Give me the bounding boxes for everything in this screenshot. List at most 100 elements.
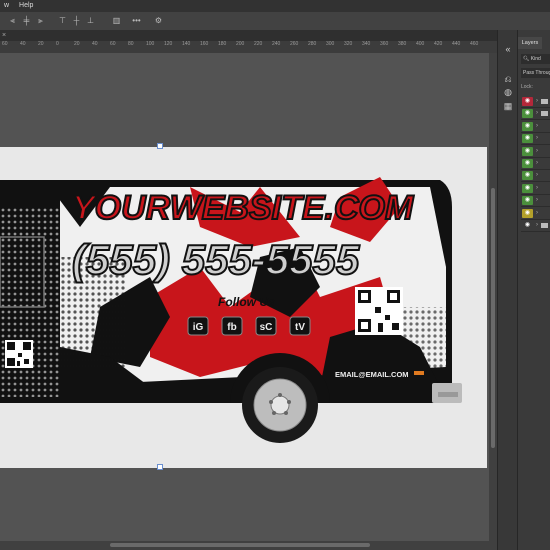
layer-row[interactable]: ◉ › [521, 158, 550, 170]
layer-filter-kind[interactable]: 🔍︎ Kind [521, 54, 550, 64]
follow-us-text: Follow Us [218, 295, 275, 309]
layer-row[interactable]: ◉ › [521, 220, 550, 232]
document-canvas[interactable]: YOURWEBSITE.COM (555) 555-5555 Follow Us… [0, 147, 487, 468]
expand-chevron-icon[interactable]: › [536, 170, 538, 181]
collapse-icon[interactable]: « [503, 44, 513, 54]
vertical-scroll-thumb[interactable] [491, 188, 495, 448]
qr-code-small [5, 340, 33, 368]
visibility-eye-icon[interactable]: ◉ [522, 121, 533, 131]
folder-icon [541, 223, 548, 228]
ruler-tick: 380 [398, 41, 407, 47]
folder-icon [541, 99, 548, 104]
filter-kind-label: Kind [530, 56, 541, 62]
expand-chevron-icon[interactable]: › [536, 96, 538, 107]
menu-item-window[interactable]: w [0, 0, 13, 12]
ruler-tick: 0 [56, 41, 59, 47]
visibility-eye-icon[interactable]: ◉ [522, 183, 533, 193]
van-wrap-artwork: YOURWEBSITE.COM (555) 555-5555 Follow Us… [0, 177, 462, 443]
horizontal-scroll-thumb[interactable] [110, 543, 370, 547]
layer-row[interactable]: ◉ › [521, 121, 550, 133]
expand-chevron-icon[interactable]: › [536, 108, 538, 119]
expand-chevron-icon[interactable]: › [536, 146, 538, 157]
visibility-eye-icon[interactable]: ◉ [522, 134, 533, 144]
tab-layers[interactable]: Layers [518, 37, 542, 49]
svg-text:iG: iG [193, 322, 204, 333]
ruler-tick: 300 [326, 41, 335, 47]
more-icon[interactable]: ••• [132, 16, 141, 25]
expand-chevron-icon[interactable]: › [536, 195, 538, 206]
document-tab-strip: × [0, 30, 497, 41]
expand-chevron-icon[interactable]: › [536, 133, 538, 144]
layer-row[interactable]: ◉ › [521, 195, 550, 208]
visibility-eye-icon[interactable]: ◉ [522, 208, 533, 218]
ruler-tick: 20 [38, 41, 44, 47]
panel-icon-strip: « ⎌ ◍ ▦ [497, 30, 518, 550]
ruler-tick: 260 [290, 41, 299, 47]
expand-chevron-icon[interactable]: › [536, 208, 538, 219]
ruler-tick: 200 [236, 41, 245, 47]
layer-row[interactable]: ◉ › [521, 170, 550, 183]
ruler-tick: 60 [110, 41, 116, 47]
visibility-eye-icon[interactable]: ◉ [522, 196, 533, 206]
expand-chevron-icon[interactable]: › [536, 183, 538, 194]
ruler-tick: 320 [344, 41, 353, 47]
ruler-tick: 100 [146, 41, 155, 47]
qr-code-large [355, 287, 403, 335]
layer-row[interactable]: ◉ › [521, 108, 550, 121]
align-bottom-icon[interactable]: ⊥ [86, 16, 95, 25]
expand-chevron-icon[interactable]: › [536, 220, 538, 231]
ruler-tick: 120 [164, 41, 173, 47]
ruler-tick: 40 [20, 41, 26, 47]
svg-text:sC: sC [260, 322, 273, 333]
ruler-tick: 220 [254, 41, 263, 47]
align-center-h-icon[interactable]: ╪ [22, 16, 31, 25]
visibility-eye-icon[interactable]: ◉ [522, 109, 533, 119]
layer-row[interactable]: ◉ › [521, 96, 550, 108]
align-top-icon[interactable]: ⊤ [58, 16, 67, 25]
ruler-tick: 180 [218, 41, 227, 47]
ruler-tick: 400 [416, 41, 425, 47]
align-middle-icon[interactable]: ┼ [72, 16, 81, 25]
horizontal-scrollbar[interactable] [0, 541, 497, 550]
vertical-scrollbar[interactable] [489, 53, 497, 542]
menu-item-help[interactable]: Help [15, 0, 37, 12]
side-marker-light [414, 371, 424, 375]
visibility-eye-icon[interactable]: ◉ [522, 221, 533, 230]
align-right-icon[interactable]: ⫸ [36, 16, 45, 25]
expand-chevron-icon[interactable]: › [536, 121, 538, 132]
layer-row[interactable]: ◉ › [521, 208, 550, 220]
color-icon[interactable]: ◍ [503, 87, 513, 97]
libraries-icon[interactable]: ▦ [503, 101, 513, 111]
visibility-eye-icon[interactable]: ◉ [522, 159, 533, 168]
ruler-tick: 280 [308, 41, 317, 47]
layer-row[interactable]: ◉ › [521, 133, 550, 146]
ruler-tick: 460 [470, 41, 479, 47]
phone-text: (555) 555-5555 [72, 236, 360, 283]
ruler-tick: 360 [380, 41, 389, 47]
ruler-tick: 420 [434, 41, 443, 47]
layer-row[interactable]: ◉ › [521, 146, 550, 158]
ruler-tick: 340 [362, 41, 371, 47]
ruler-tick: 20 [74, 41, 80, 47]
layer-row[interactable]: ◉ › [521, 183, 550, 195]
visibility-eye-icon[interactable]: ◉ [522, 146, 533, 156]
transform-handle-bottom[interactable] [157, 464, 163, 470]
blend-mode-select[interactable]: Pass Through [521, 68, 550, 78]
menu-bar: w Help [0, 0, 550, 12]
ruler-tick: 240 [272, 41, 281, 47]
history-icon[interactable]: ⎌ [503, 74, 513, 84]
visibility-eye-icon[interactable]: ◉ [522, 171, 533, 181]
distribute-icon[interactable]: ▥ [112, 16, 121, 25]
email-text: EMAIL@EMAIL.COM [335, 370, 409, 379]
folder-icon [541, 111, 548, 117]
options-bar: ⫷ ╪ ⫸ ⊤ ┼ ⊥ ▥ ••• ⚙ [0, 12, 550, 31]
align-left-icon[interactable]: ⫷ [8, 16, 17, 25]
expand-chevron-icon[interactable]: › [536, 158, 538, 169]
ruler-tick: 160 [200, 41, 209, 47]
lock-label: Lock: [521, 84, 533, 90]
visibility-eye-icon[interactable]: ◉ [522, 97, 533, 106]
close-tab-icon[interactable]: × [2, 30, 6, 41]
transform-handle-top[interactable] [157, 143, 163, 149]
svg-text:tV: tV [295, 322, 305, 333]
settings-icon[interactable]: ⚙ [154, 16, 163, 25]
